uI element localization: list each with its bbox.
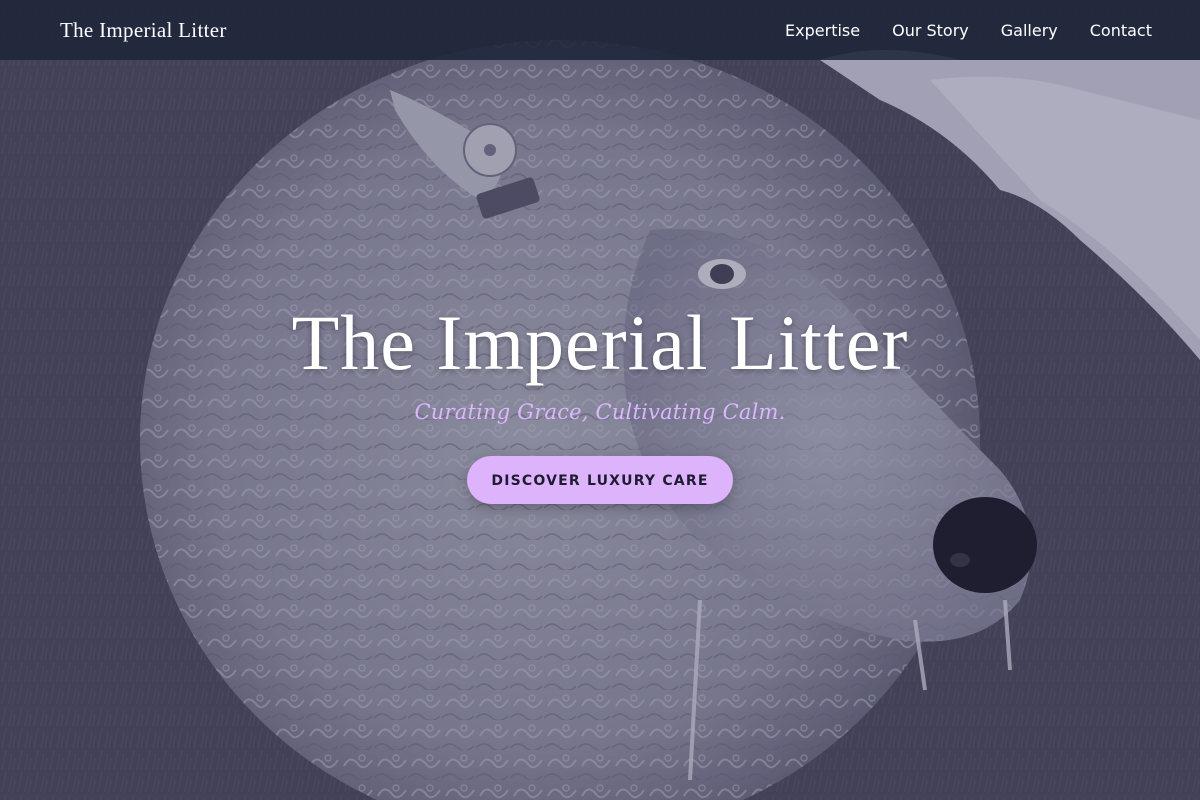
discover-luxury-care-button[interactable]: DISCOVER LUXURY CARE bbox=[467, 456, 733, 504]
brand-logo-text[interactable]: The Imperial Litter bbox=[60, 18, 227, 43]
hero-tagline: Curating Grace, Cultivating Calm. bbox=[414, 400, 786, 424]
hero-content: The Imperial Litter Curating Grace, Cult… bbox=[0, 298, 1200, 504]
nav-link-expertise[interactable]: Expertise bbox=[785, 21, 860, 40]
nav-link-contact[interactable]: Contact bbox=[1090, 21, 1152, 40]
nav-links: Expertise Our Story Gallery Contact bbox=[785, 21, 1152, 40]
nav-link-gallery[interactable]: Gallery bbox=[1001, 21, 1058, 40]
hero-title: The Imperial Litter bbox=[291, 299, 909, 386]
hero-section: The Imperial Litter Expertise Our Story … bbox=[0, 0, 1200, 800]
nav-link-our-story[interactable]: Our Story bbox=[892, 21, 969, 40]
top-navigation-bar: The Imperial Litter Expertise Our Story … bbox=[0, 0, 1200, 60]
